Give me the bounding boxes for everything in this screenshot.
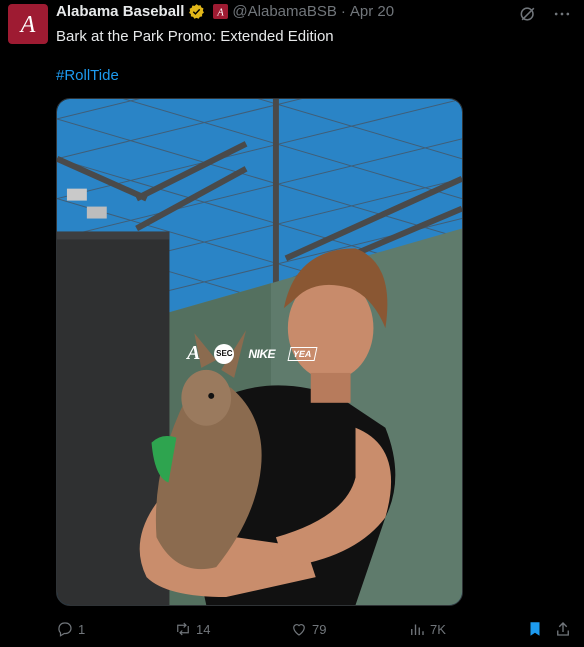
tweet-text: Bark at the Park Promo: Extended Edition <box>56 28 334 45</box>
top-actions <box>518 4 572 24</box>
nike-logo: NIKE <box>248 346 276 361</box>
view-count: 7K <box>430 621 446 637</box>
reply-button[interactable]: 1 <box>56 620 85 638</box>
svg-text:A: A <box>19 12 36 38</box>
tweet-card[interactable]: A Alabama Baseball A @AlabamaBSB · Apr 2… <box>0 0 584 647</box>
views-button[interactable]: 7K <box>408 620 446 638</box>
more-icon[interactable] <box>552 4 572 24</box>
hashtag-link[interactable]: #RollTide <box>56 67 119 84</box>
tweet-date[interactable]: Apr 20 <box>350 3 394 20</box>
share-icon <box>557 622 569 636</box>
like-count: 79 <box>312 621 327 637</box>
yea-logo: YEA <box>287 346 318 361</box>
tweet-header: Alabama Baseball A @AlabamaBSB · Apr 20 <box>56 3 394 20</box>
bookmark-button[interactable] <box>526 620 544 638</box>
tweet-actions: 1 14 79 7K <box>56 620 574 642</box>
reply-icon <box>58 622 72 637</box>
tweet-media-video[interactable]: A SEC NIKE YEA <box>56 98 463 606</box>
bookmark-icon <box>530 622 540 636</box>
verified-badge-icon[interactable] <box>188 3 205 20</box>
views-chart-icon <box>411 624 424 635</box>
reply-count: 1 <box>78 621 86 637</box>
svg-text:A: A <box>217 7 225 18</box>
like-button[interactable]: 79 <box>290 620 326 638</box>
separator: · <box>340 3 346 20</box>
alabama-a-icon: A <box>19 12 36 38</box>
alabama-logo: A <box>187 342 201 364</box>
avatar[interactable]: A <box>8 4 48 44</box>
sponsor-logos: A SEC NIKE YEA <box>187 342 318 365</box>
share-button[interactable] <box>554 620 572 638</box>
grok-icon[interactable] <box>518 4 538 24</box>
sec-logo: SEC <box>214 343 235 364</box>
retweet-count: 14 <box>196 621 211 637</box>
affiliate-badge-icon[interactable]: A <box>213 4 229 19</box>
heart-icon <box>293 624 305 636</box>
retweet-button[interactable]: 14 <box>174 620 210 638</box>
author-name[interactable]: Alabama Baseball <box>56 3 184 20</box>
retweet-icon <box>177 622 189 636</box>
author-handle[interactable]: @AlabamaBSB <box>232 3 336 20</box>
